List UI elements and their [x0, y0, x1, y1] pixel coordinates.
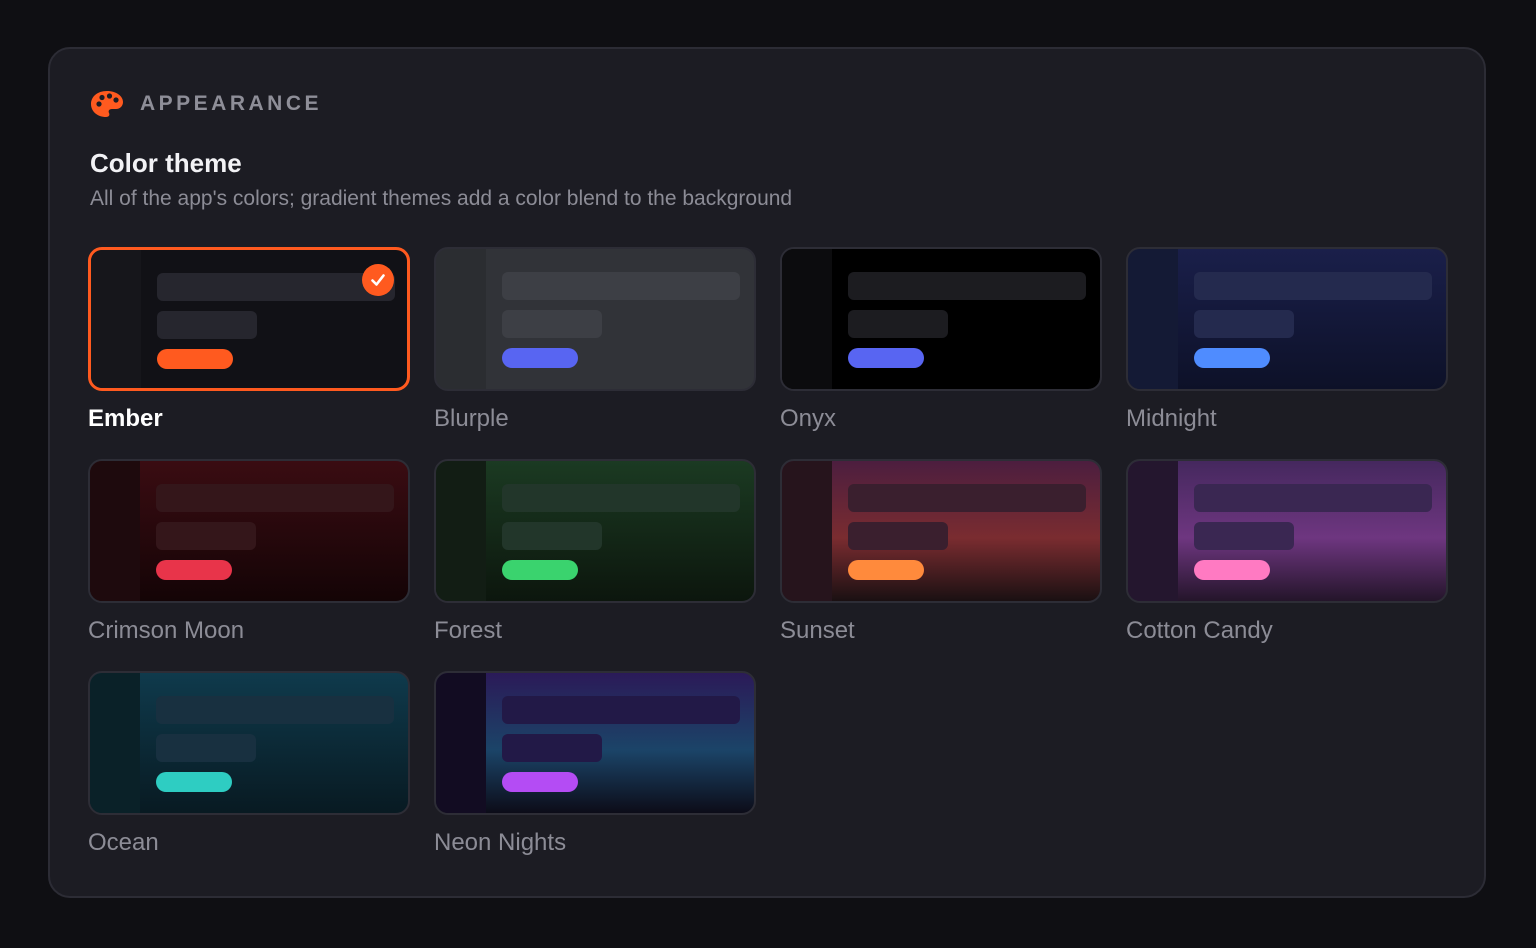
preview-accent-pill [157, 349, 233, 369]
preview-content-bar [156, 522, 256, 550]
theme-name: Ocean [88, 829, 159, 856]
theme-name: Sunset [780, 617, 855, 644]
preview-sidebar [91, 250, 141, 388]
preview-sidebar [1128, 461, 1178, 601]
theme-name: Cotton Candy [1126, 617, 1273, 644]
preview-title-bar [157, 273, 395, 301]
theme-option-crimson-moon[interactable]: Crimson Moon [88, 459, 410, 645]
theme-option-sunset[interactable]: Sunset [780, 459, 1102, 645]
theme-name: Blurple [434, 405, 509, 432]
theme-option-ember[interactable]: Ember [88, 247, 410, 433]
palette-icon [90, 89, 124, 119]
theme-name: Neon Nights [434, 829, 567, 856]
preview-accent-pill [848, 560, 924, 580]
theme-preview [1126, 247, 1448, 391]
setting-title: Color theme [90, 148, 242, 178]
preview-accent-pill [848, 348, 924, 368]
theme-preview [88, 671, 410, 815]
theme-name: Ember [88, 405, 163, 432]
preview-accent-pill [502, 560, 578, 580]
theme-name: Forest [434, 617, 503, 644]
preview-content-bar [1194, 522, 1294, 550]
preview-content-bar [848, 310, 948, 338]
preview-content-bar [848, 522, 948, 550]
preview-sidebar [436, 461, 486, 601]
preview-sidebar [782, 461, 832, 601]
preview-title-bar [1194, 484, 1432, 512]
theme-option-ocean[interactable]: Ocean [88, 671, 410, 857]
preview-sidebar [782, 249, 832, 389]
theme-name: Midnight [1126, 405, 1217, 432]
setting-description: All of the app's colors; gradient themes… [90, 187, 793, 210]
theme-name: Onyx [780, 405, 837, 432]
theme-preview [434, 671, 756, 815]
preview-title-bar [156, 696, 394, 724]
section-title: APPEARANCE [140, 92, 323, 115]
preview-content-bar [157, 311, 257, 339]
preview-accent-pill [502, 772, 578, 792]
preview-title-bar [502, 272, 740, 300]
checkmark-icon [362, 264, 394, 296]
preview-title-bar [1194, 272, 1432, 300]
preview-sidebar [90, 673, 140, 813]
theme-preview [434, 459, 756, 603]
preview-accent-pill [156, 560, 232, 580]
theme-preview [88, 459, 410, 603]
theme-preview [1126, 459, 1448, 603]
preview-title-bar [502, 484, 740, 512]
preview-content-bar [502, 522, 602, 550]
preview-content-bar [1194, 310, 1294, 338]
theme-option-neon-nights[interactable]: Neon Nights [434, 671, 756, 857]
preview-accent-pill [1194, 560, 1270, 580]
preview-title-bar [848, 272, 1086, 300]
preview-sidebar [1128, 249, 1178, 389]
preview-title-bar [156, 484, 394, 512]
preview-content-bar [502, 310, 602, 338]
theme-name: Crimson Moon [88, 617, 245, 644]
theme-preview [434, 247, 756, 391]
theme-preview [780, 459, 1102, 603]
preview-sidebar [90, 461, 140, 601]
section-header: APPEARANCE [90, 89, 322, 119]
theme-option-forest[interactable]: Forest [434, 459, 756, 645]
theme-option-onyx[interactable]: Onyx [780, 247, 1102, 433]
theme-option-cotton-candy[interactable]: Cotton Candy [1126, 459, 1448, 645]
preview-accent-pill [1194, 348, 1270, 368]
appearance-panel: APPEARANCE Color theme All of the app's … [48, 47, 1486, 898]
preview-title-bar [848, 484, 1086, 512]
preview-accent-pill [502, 348, 578, 368]
preview-sidebar [436, 673, 486, 813]
theme-option-midnight[interactable]: Midnight [1126, 247, 1448, 433]
preview-accent-pill [156, 772, 232, 792]
preview-sidebar [436, 249, 486, 389]
preview-content-bar [502, 734, 602, 762]
preview-title-bar [502, 696, 740, 724]
theme-preview [88, 247, 410, 391]
preview-content-bar [156, 734, 256, 762]
theme-option-blurple[interactable]: Blurple [434, 247, 756, 433]
theme-preview [780, 247, 1102, 391]
